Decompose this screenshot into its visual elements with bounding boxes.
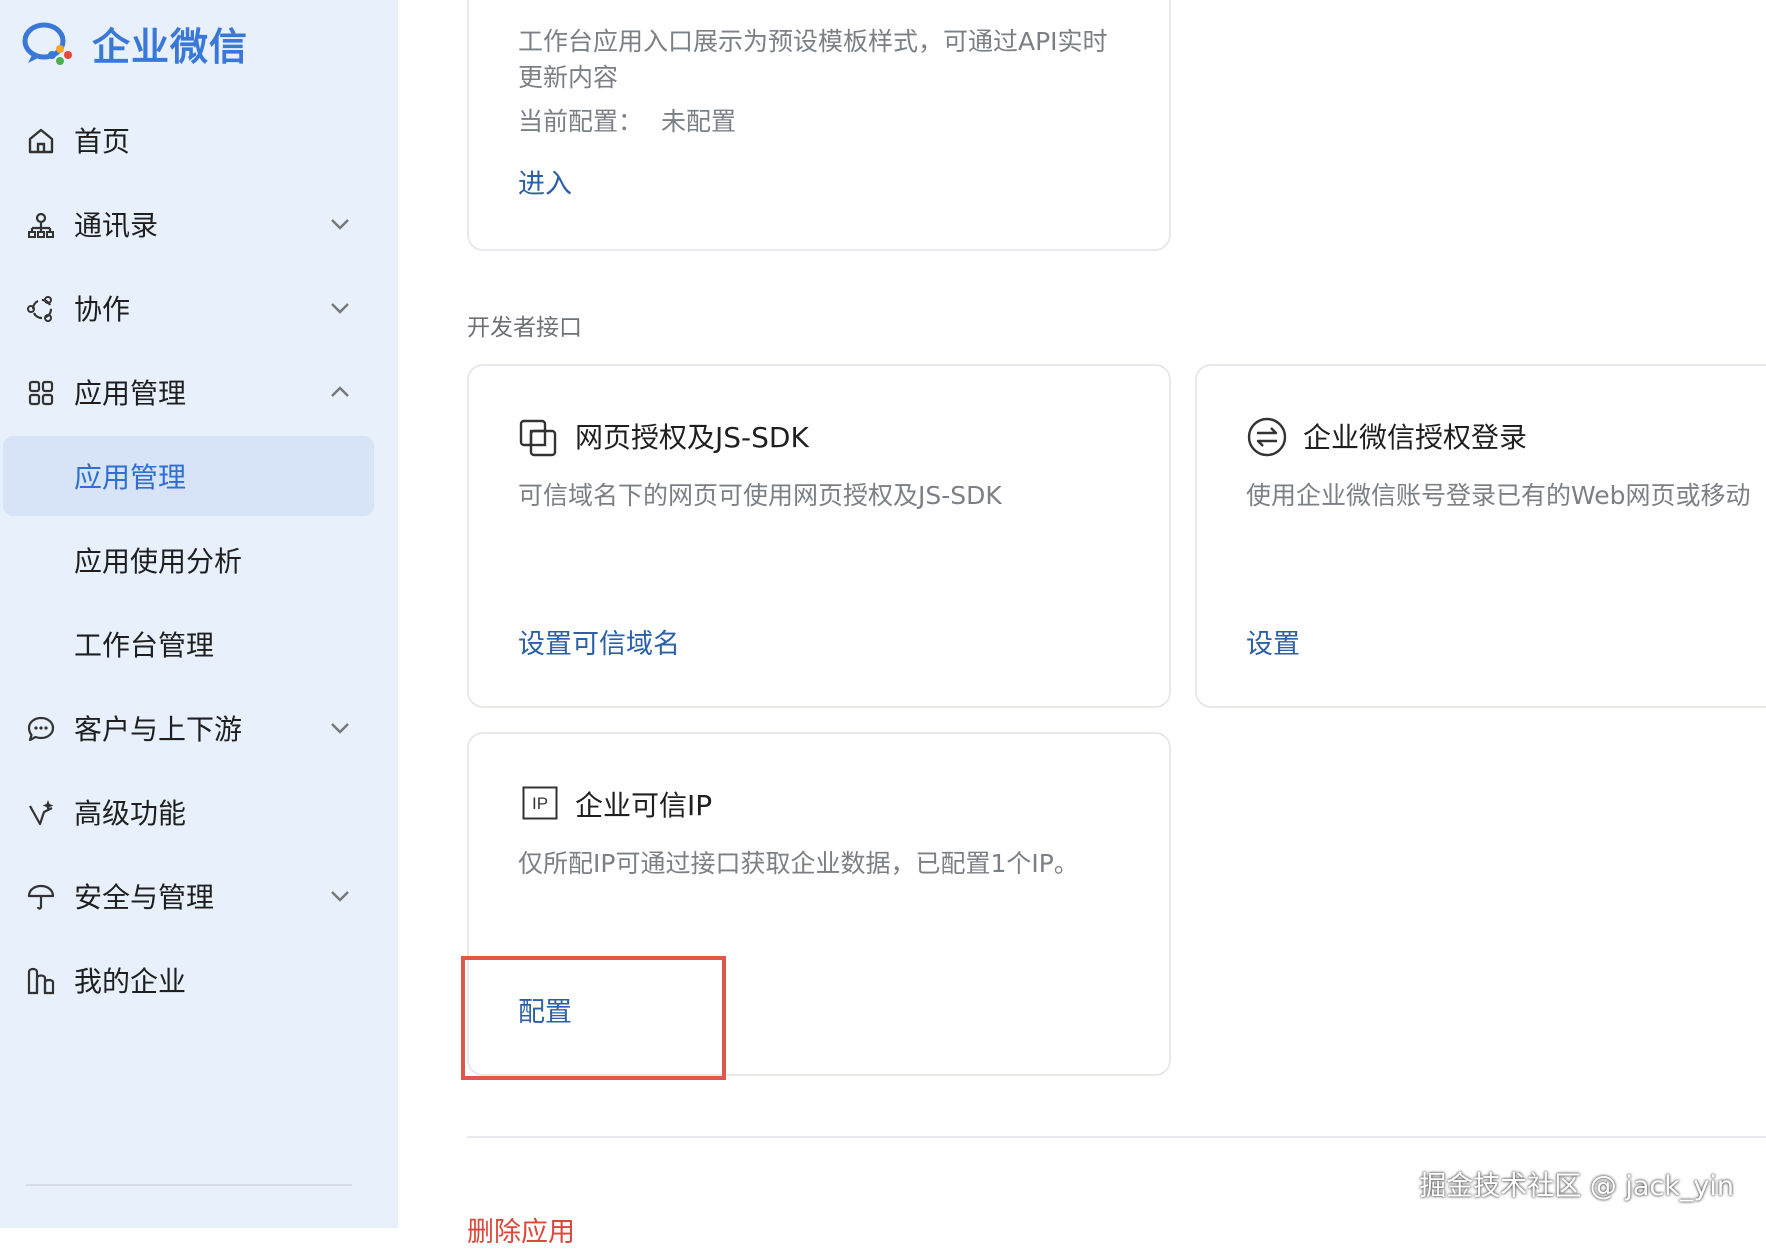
sidebar-subitem-label: 应用管理 bbox=[74, 461, 187, 494]
chevron-up-icon[interactable] bbox=[326, 378, 354, 406]
collaboration-icon bbox=[27, 296, 53, 322]
sidebar-item-collaboration[interactable]: 协作 bbox=[0, 268, 398, 348]
apps-grid-icon bbox=[28, 380, 54, 406]
annotation-highlight-box bbox=[461, 956, 726, 1080]
home-icon bbox=[28, 128, 54, 154]
card-title: 网页授权及JS-SDK bbox=[575, 421, 809, 454]
enter-link[interactable]: 进入 bbox=[518, 162, 572, 201]
current-config-label: 当前配置： bbox=[518, 107, 644, 136]
main-divider bbox=[467, 1136, 1766, 1138]
sidebar-divider bbox=[26, 1184, 352, 1186]
wecom-login-settings-link[interactable]: 设置 bbox=[1246, 622, 1300, 661]
sidebar-item-customers[interactable]: 客户与上下游 bbox=[0, 688, 398, 768]
sidebar-item-label: 通讯录 bbox=[74, 209, 159, 242]
sidebar-item-label: 高级功能 bbox=[74, 797, 187, 830]
card-description: 工作台应用入口展示为预设模板样式，可通过API实时更新内容 bbox=[518, 27, 1108, 92]
card-description: 仅所配IP可通过接口获取企业数据，已配置1个IP。 bbox=[518, 849, 1079, 878]
sidebar-item-label: 应用管理 bbox=[74, 377, 187, 410]
card-title: 企业可信IP bbox=[575, 789, 713, 822]
sidebar-subitem-app-management[interactable]: 应用管理 bbox=[0, 436, 398, 516]
sidebar-item-app-management[interactable]: 应用管理 bbox=[0, 352, 398, 432]
sidebar-item-home[interactable]: 首页 bbox=[0, 100, 398, 180]
watermark: 掘金技术社区 @ jack_yin bbox=[1419, 1171, 1734, 1202]
chevron-down-icon[interactable] bbox=[326, 294, 354, 322]
svg-text:IP: IP bbox=[532, 794, 548, 813]
switch-arrows-icon bbox=[1247, 417, 1287, 457]
sidebar-item-label: 客户与上下游 bbox=[74, 713, 243, 746]
sidebar-item-contacts[interactable]: 通讯录 bbox=[0, 184, 398, 264]
sidebar-item-label: 协作 bbox=[74, 293, 131, 326]
workbench-template-card: 工作台应用入口展示为预设模板样式，可通过API实时更新内容 当前配置： 未配置 … bbox=[467, 0, 1171, 251]
chevron-down-icon[interactable] bbox=[326, 714, 354, 742]
web-auth-icon bbox=[519, 419, 557, 457]
current-config-value: 未配置 bbox=[660, 107, 736, 136]
sidebar-item-my-enterprise[interactable]: 我的企业 bbox=[0, 940, 398, 1020]
wecom-auth-login-card: 企业微信授权登录 使用企业微信账号登录已有的Web网页或移动 设置 bbox=[1195, 364, 1766, 708]
sparkle-pen-icon bbox=[29, 800, 54, 826]
sidebar-subitem-label: 工作台管理 bbox=[74, 629, 215, 662]
set-trusted-domain-link[interactable]: 设置可信域名 bbox=[518, 622, 680, 661]
sidebar: 企业微信 首页 通讯录 协作 应用管理 应用管理 应用使用分析 工作台管理 客户… bbox=[0, 0, 398, 1228]
card-title: 企业微信授权登录 bbox=[1303, 421, 1528, 454]
sidebar-item-label: 首页 bbox=[74, 125, 131, 158]
card-description: 使用企业微信账号登录已有的Web网页或移动 bbox=[1246, 481, 1751, 510]
sidebar-item-security[interactable]: 安全与管理 bbox=[0, 856, 398, 936]
sidebar-subitem-app-usage-analysis[interactable]: 应用使用分析 bbox=[0, 520, 398, 600]
ip-icon: IP bbox=[522, 786, 558, 820]
sidebar-item-label: 安全与管理 bbox=[74, 881, 215, 914]
card-description: 可信域名下的网页可使用网页授权及JS-SDK bbox=[518, 481, 1002, 510]
chat-bubble-icon bbox=[27, 716, 55, 742]
web-auth-jssdk-card: 网页授权及JS-SDK 可信域名下的网页可使用网页授权及JS-SDK 设置可信域… bbox=[467, 364, 1171, 708]
building-icon bbox=[27, 967, 55, 995]
chevron-down-icon[interactable] bbox=[326, 882, 354, 910]
brand-name: 企业微信 bbox=[92, 24, 249, 69]
sidebar-item-label: 我的企业 bbox=[74, 965, 187, 998]
umbrella-icon bbox=[27, 884, 55, 910]
sidebar-subitem-workbench-management[interactable]: 工作台管理 bbox=[0, 604, 398, 684]
current-config-row: 当前配置： 未配置 bbox=[518, 104, 736, 140]
sidebar-item-advanced[interactable]: 高级功能 bbox=[0, 772, 398, 852]
section-title-developer-api: 开发者接口 bbox=[467, 315, 582, 341]
chevron-down-icon[interactable] bbox=[326, 210, 354, 238]
sidebar-subitem-label: 应用使用分析 bbox=[74, 545, 243, 578]
delete-app-link[interactable]: 删除应用 bbox=[467, 1210, 575, 1249]
brand-logo[interactable]: 企业微信 bbox=[22, 18, 249, 69]
wecom-logo-icon bbox=[22, 22, 72, 65]
org-chart-icon bbox=[28, 212, 54, 238]
